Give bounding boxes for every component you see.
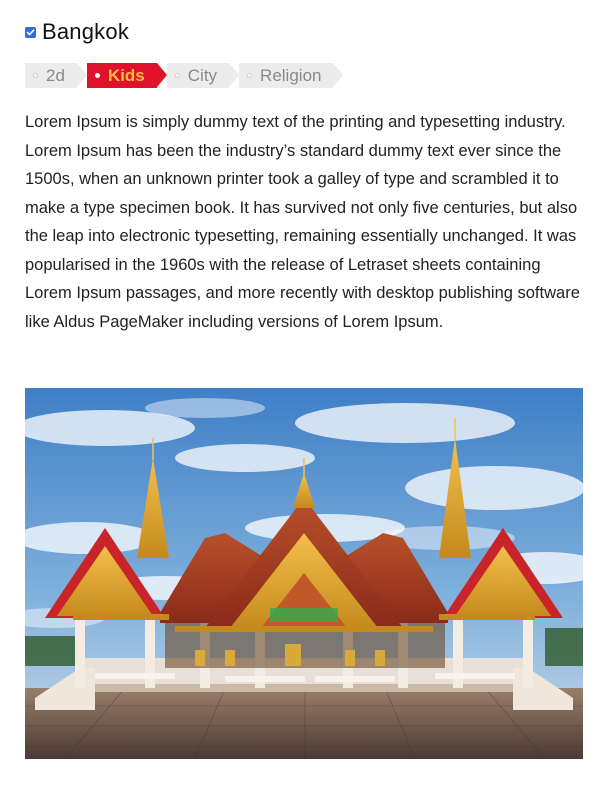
checkmark-icon xyxy=(26,28,35,35)
tag-2d[interactable]: 2d xyxy=(25,63,87,88)
temple-illustration xyxy=(25,388,583,759)
tag-religion[interactable]: Religion xyxy=(239,63,344,88)
tag-city[interactable]: City xyxy=(166,63,240,88)
title-row: Bangkok xyxy=(25,17,585,47)
tag-label: 2d xyxy=(46,65,65,85)
temple-photo xyxy=(25,388,583,759)
tag-kids[interactable]: Kids xyxy=(86,63,167,88)
select-checkbox[interactable] xyxy=(25,26,36,38)
tag-label: Religion xyxy=(260,65,322,85)
post-title: Bangkok xyxy=(42,19,130,44)
tag-label: City xyxy=(187,65,218,85)
post-card: Bangkok 2d Kids City Religion Lorem Ipsu… xyxy=(25,17,585,353)
tag-label: Kids xyxy=(107,65,145,85)
dot-icon xyxy=(33,73,38,78)
post-description: Lorem Ipsum is simply dummy text of the … xyxy=(25,113,580,331)
dot-icon xyxy=(94,73,100,78)
dot-icon xyxy=(174,73,180,78)
tag-list: 2d Kids City Religion xyxy=(25,63,585,88)
dot-icon xyxy=(247,73,253,78)
